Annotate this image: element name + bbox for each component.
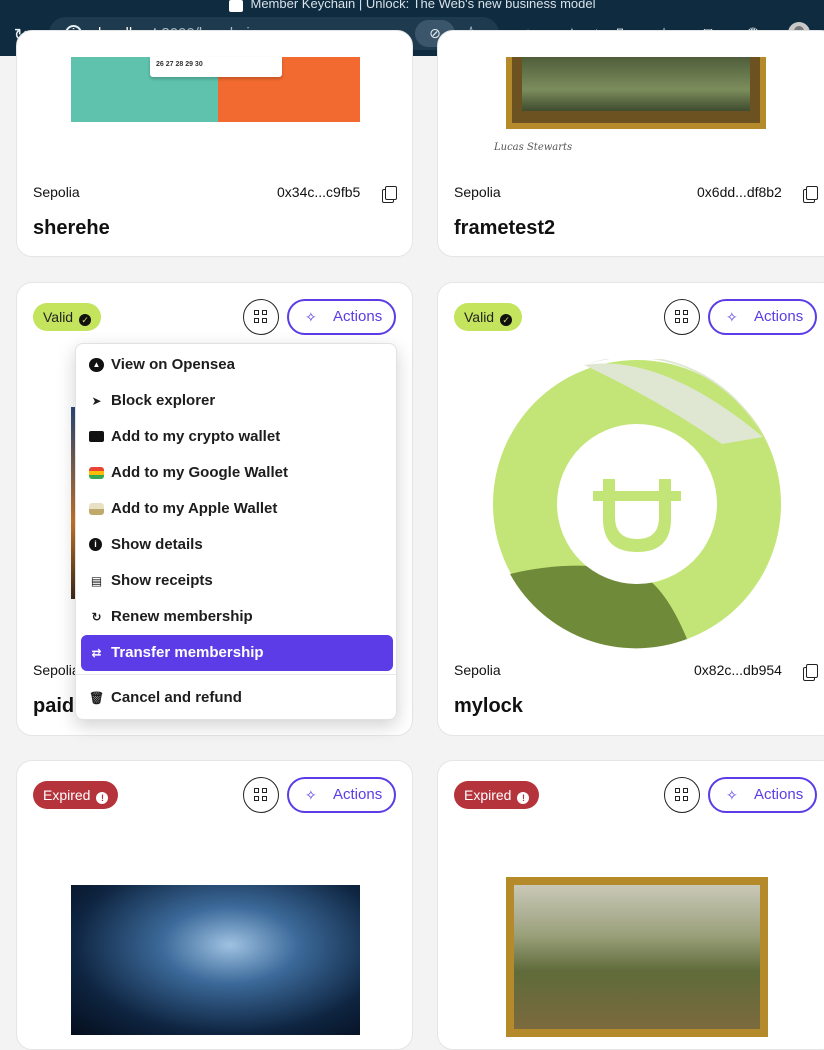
- status-badge: Valid ✓: [33, 303, 102, 331]
- menu-item-renew-membership[interactable]: ↻ Renew membership: [81, 599, 393, 635]
- lock-name: mylock: [454, 695, 523, 717]
- key-card-expired-1: Expired! ✧ Actions: [16, 760, 413, 1050]
- renew-icon: ↻: [91, 610, 102, 624]
- status-badge: Expired!: [33, 781, 119, 809]
- menu-item-show-details[interactable]: i Show details: [81, 527, 393, 563]
- actions-button[interactable]: ✧ Actions: [287, 299, 396, 335]
- wallet-icon: [89, 431, 104, 442]
- network-label: Sepolia: [454, 184, 501, 200]
- qr-code-icon: [675, 310, 689, 324]
- calendar-page: 26 27 28 29 30: [150, 57, 282, 77]
- trash-icon: 🗑: [89, 691, 105, 705]
- apple-wallet-icon: [89, 503, 104, 515]
- menu-item-show-receipts[interactable]: ▤ Show receipts: [81, 563, 393, 599]
- transfer-icon: ⇄: [91, 646, 102, 660]
- key-card-frametest2: Lucas Stewarts Sepolia 0x6dd...df8b2 fra…: [437, 30, 824, 257]
- actions-button[interactable]: ✧ Actions: [708, 299, 817, 335]
- qr-code-icon: [254, 788, 268, 802]
- actions-button[interactable]: ✧ Actions: [708, 777, 817, 813]
- status-badge: Valid ✓: [454, 303, 523, 331]
- menu-item-cancel-and-refund[interactable]: 🗑 Cancel and refund: [81, 680, 393, 716]
- menu-item-add-google-wallet[interactable]: Add to my Google Wallet: [81, 455, 393, 491]
- check-circle-icon: ✓: [79, 314, 92, 326]
- lock-name: paid: [33, 695, 75, 717]
- copy-icon[interactable]: [382, 186, 397, 203]
- lock-address: 0x6dd...df8b2: [697, 184, 782, 200]
- lock-address: 0x34c...c9fb5: [277, 184, 361, 200]
- alert-circle-icon: !: [96, 792, 109, 804]
- menu-item-view-on-opensea[interactable]: ▲ View on Opensea: [81, 347, 393, 383]
- network-label: Sepolia: [33, 662, 80, 678]
- painter-signature: Lucas Stewarts: [494, 142, 573, 153]
- magic-wand-icon: ✧: [305, 309, 317, 325]
- cottage-painting-image: [506, 877, 768, 1037]
- info-icon: i: [89, 538, 102, 551]
- lock-name: frametest2: [454, 217, 556, 239]
- menu-item-add-crypto-wallet[interactable]: Add to my crypto wallet: [81, 419, 393, 455]
- menu-item-transfer-membership[interactable]: ⇄ Transfer membership: [81, 635, 393, 671]
- qr-code-button[interactable]: [243, 299, 279, 335]
- actions-dropdown-menu: ▲ View on Opensea ➤ Block explorer Add to …: [75, 343, 397, 720]
- opensea-icon: ▲: [89, 358, 104, 372]
- copy-icon[interactable]: [803, 664, 818, 681]
- magic-wand-icon: ✧: [726, 309, 738, 325]
- painting-frame-image: [506, 57, 766, 129]
- status-badge: Expired!: [454, 781, 540, 809]
- copy-icon[interactable]: [803, 186, 818, 203]
- menu-item-add-apple-wallet[interactable]: Add to my Apple Wallet: [81, 491, 393, 527]
- magic-wand-icon: ✧: [726, 787, 738, 803]
- window-title-bar: Member Keychain | Unlock: The Web's new …: [0, 0, 824, 12]
- actions-button[interactable]: ✧ Actions: [287, 777, 396, 813]
- network-label: Sepolia: [33, 184, 80, 200]
- key-card-expired-2: Expired! ✧ Actions: [437, 760, 824, 1050]
- qr-code-button[interactable]: [664, 777, 700, 813]
- network-label: Sepolia: [454, 662, 501, 678]
- qr-code-button[interactable]: [664, 299, 700, 335]
- lock-address: 0x82c...db954: [694, 662, 782, 678]
- magic-wand-icon: ✧: [305, 787, 317, 803]
- lock-name: sherehe: [33, 217, 110, 239]
- check-circle-icon: ✓: [500, 314, 513, 326]
- cursor-icon: ➤: [91, 394, 102, 408]
- qr-code-icon: [675, 788, 689, 802]
- unlock-lock-image: [493, 359, 781, 649]
- alert-circle-icon: !: [517, 792, 530, 804]
- menu-divider: [76, 674, 396, 675]
- menu-item-block-explorer[interactable]: ➤ Block explorer: [81, 383, 393, 419]
- google-wallet-icon: [89, 467, 104, 479]
- key-card-sherehe: 26 27 28 29 30 Sepolia 0x34c...c9fb5 she…: [16, 30, 413, 257]
- unlock-favicon-icon: [228, 0, 243, 12]
- qr-code-icon: [254, 310, 268, 324]
- receipt-icon: ▤: [90, 574, 103, 588]
- storm-sky-image: [71, 885, 360, 1035]
- key-card-mylock: Valid ✓ ✧ Actions Sepolia 0x82c...db954 my…: [437, 282, 824, 736]
- window-title: Member Keychain | Unlock: The Web's new …: [250, 0, 596, 11]
- qr-code-button[interactable]: [243, 777, 279, 813]
